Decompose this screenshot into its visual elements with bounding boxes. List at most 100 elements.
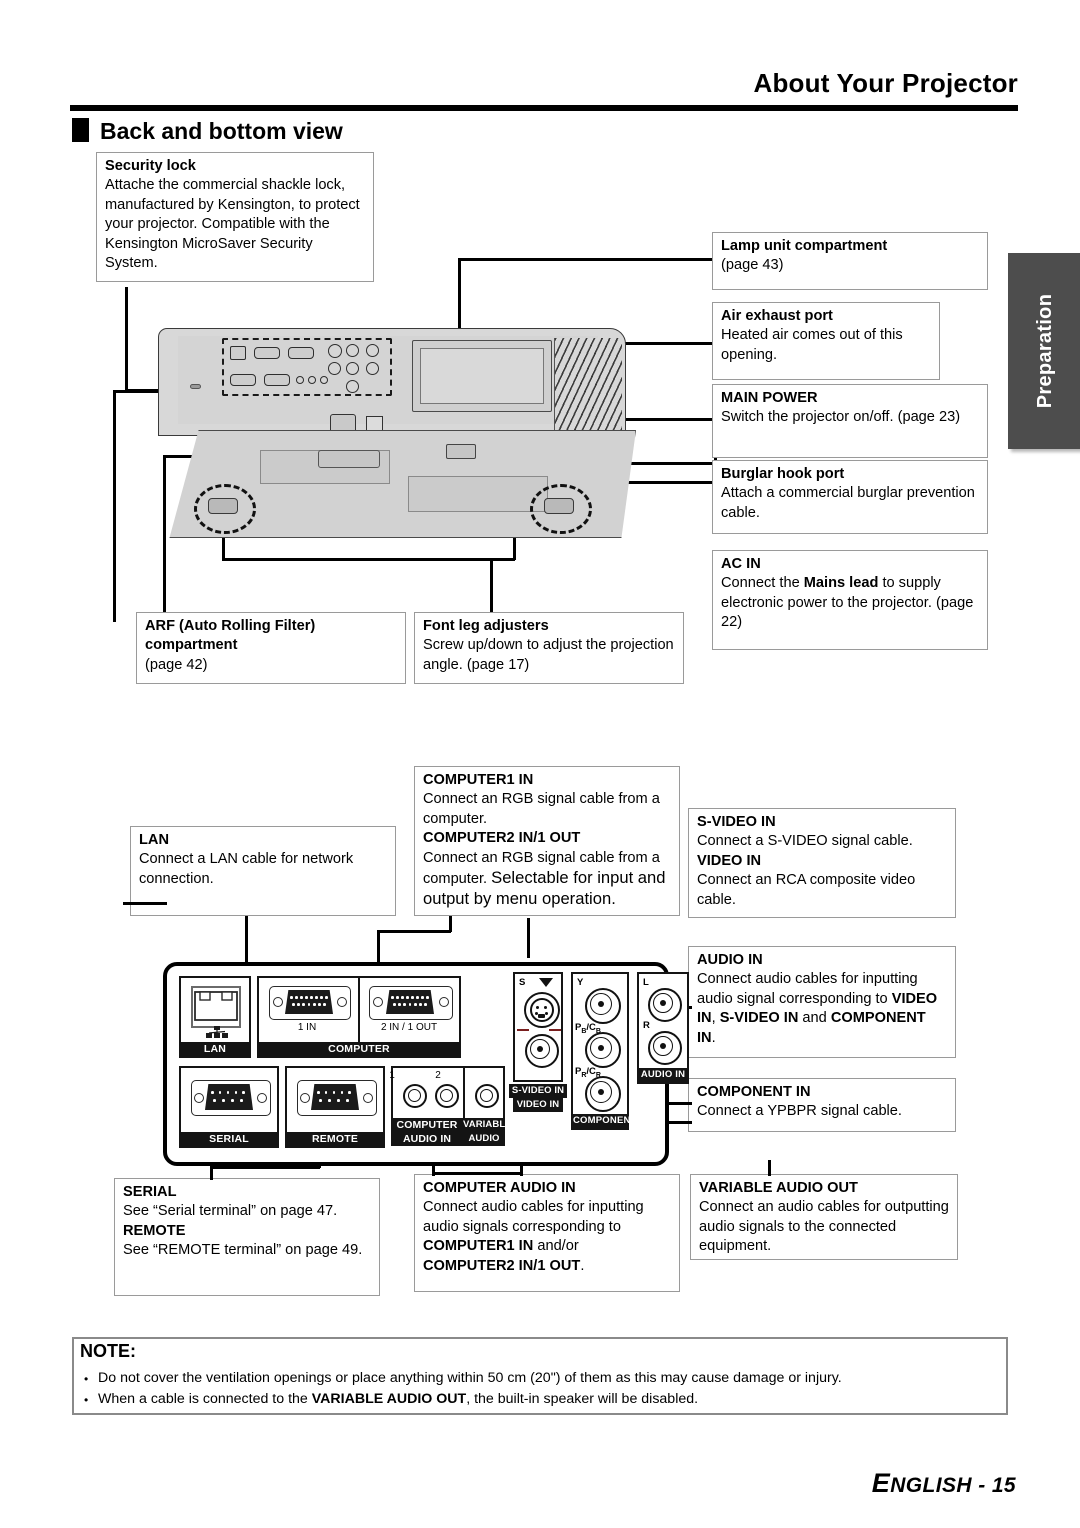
svideo-connector [524,992,560,1028]
leader-caudio-v2 [520,1166,523,1176]
callout-end: . [580,1257,585,1274]
front-leg-adjuster-right [544,498,574,514]
lan-group-label: LAN [181,1042,249,1056]
callout-body-computer1: Connect an RGB signal cable from a compu… [423,791,660,827]
callout-main-power: MAIN POWER Switch the projector on/off. … [712,384,988,458]
callout-body-svideo: Connect a S-VIDEO signal cable. [697,833,913,850]
serial-group: SERIAL [179,1066,279,1148]
component-y-rca [585,988,621,1024]
callout-variable-audio-out: VARIABLE AUDIO OUT Connect an audio cabl… [690,1174,958,1260]
leader-lamp-h [458,258,716,261]
computer1-screw-left [273,997,283,1007]
computer2-screw-right [439,997,449,1007]
audio-l-label: L [643,977,649,988]
component-pb-rca [585,1032,621,1068]
computer2-pinrow-bottom [393,1003,427,1006]
callout-body: Screw up/down to adjust the projection a… [423,637,674,673]
note-text-1: Do not cover the ventilation openings or… [98,1370,842,1386]
computer-group-divider [358,978,360,1046]
callout-sep-1: , [711,1010,720,1027]
serial-screw-left [194,1093,204,1103]
leader-computer-up [449,916,452,932]
callout-sep: and/or [533,1238,579,1255]
header-divider [70,105,1018,111]
component-pr-rca [585,1076,621,1112]
bottom-plate-b [408,476,548,512]
callout-bold-computer2: COMPUTER2 IN/1 OUT [423,1257,581,1274]
callout-end: . [711,1029,716,1046]
footer-lang-first: E [871,1468,891,1498]
callout-title-video: VIDEO IN [697,852,762,869]
callout-title-computer2: COMPUTER2 IN/1 OUT [423,830,581,847]
computer-audio-jack-2 [435,1084,459,1108]
callout-sep-2: and [798,1010,831,1027]
leader-foot-down [490,558,493,615]
computer-audio-label-line2: AUDIO IN [391,1132,463,1146]
leader-panel-left-h [123,902,167,905]
callout-body: Heated air comes out of this opening. [721,327,903,363]
computer-group: 1 IN 2 IN / 1 OUT COMPUTER [257,976,461,1058]
callout-title-remote: REMOTE [123,1222,186,1239]
callout-ac-in: AC IN Connect the Mains lead to supply e… [712,550,988,650]
mini-varout-icon [320,376,328,384]
computer1-pinrow-top [290,996,328,999]
callout-title: COMPUTER AUDIO IN [423,1180,576,1196]
callout-title-computer1: COMPUTER1 IN [423,772,534,788]
audio-in-group: L R AUDIO IN [637,972,689,1084]
leader-foot-h [222,558,515,561]
callout-title: Burglar hook port [721,466,845,482]
note-bold: VARIABLE AUDIO OUT [311,1391,467,1407]
remote-pinrow-bottom [319,1099,349,1102]
arf-compartment [318,450,380,468]
callout-body-video: Connect an RCA composite video cable. [697,872,916,908]
callout-title: MAIN POWER [721,390,818,406]
callout-audio-in: AUDIO IN Connect audio cables for inputt… [688,946,956,1058]
svideo-divider-left [517,1029,529,1031]
leader-svideo-v [527,918,530,958]
mini-pr-icon [346,380,359,393]
component-y-label: Y [577,977,584,988]
page-footer: ENGLISH - 15 [872,1468,1016,1499]
callout-body: Attache the commercial shackle lock, man… [105,177,360,272]
callout-front-leg: Font leg adjusters Screw up/down to adju… [414,612,684,684]
callout-body-remote: See “REMOTE terminal” on page 49. [123,1242,363,1259]
mini-audio-l-icon [366,344,379,357]
callout-title: Lamp unit compartment [721,238,888,254]
callout-body-1: Connect audio cables for inputting audio… [697,971,918,1007]
computer-group-label: COMPUTER [259,1042,459,1056]
mini-pb-icon [346,362,359,375]
svideo-in-label: S-VIDEO IN [509,1084,567,1098]
computer1-pinrow-bottom [292,1003,326,1006]
callout-body-serial: See “Serial terminal” on page 47. [123,1203,338,1220]
section-bullet-icon [72,118,89,142]
callout-body: Connect a LAN cable for network connecti… [139,851,354,887]
mini-caudio2-icon [308,376,316,384]
callout-title: Security lock [105,158,196,174]
serial-pinrow-top [211,1091,245,1094]
note-label: NOTE: [80,1341,136,1361]
mini-remote-icon [264,374,290,386]
callout-body: Switch the projector on/off. [721,409,894,426]
footer-lang-rest: NGLISH [890,1474,972,1497]
burglar-hook-port [446,444,476,459]
leader-varout-box-v [768,1160,771,1176]
remote-dsub-shell [311,1084,359,1110]
callout-body: Connect a YPBPR signal cable. [697,1103,902,1120]
callout-page-ref: (page 23) [897,409,961,426]
leader-computer-v [377,930,380,966]
audio-in-group-label: AUDIO IN [639,1068,687,1082]
mini-audio-r-icon [366,362,379,375]
computer2-dsub-shell [386,990,434,1014]
callout-body: Connect an audio cables for outputting a… [699,1199,949,1255]
callout-bold-computer1: COMPUTER1 IN [423,1238,534,1255]
callout-title: Font leg adjusters [423,618,549,634]
svideo-arrow-icon [539,978,553,987]
mini-caudio1-icon [296,376,304,384]
mini-lan-icon [230,346,246,360]
remote-group-label: REMOTE [287,1132,383,1146]
callout-body: (page 42) [145,656,208,673]
side-tab-preparation: Preparation [1008,253,1080,449]
svideo-divider-right [549,1029,561,1031]
mini-computer2-icon [288,347,314,359]
remote-pinrow-top [317,1091,351,1094]
